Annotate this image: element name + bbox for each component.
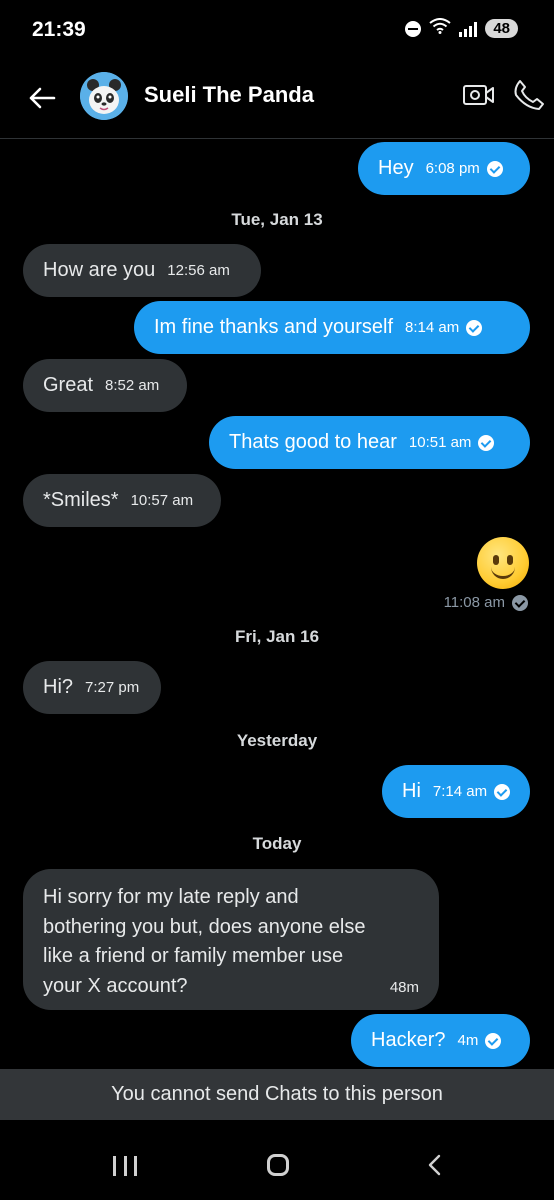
contact-name[interactable]: Sueli The Panda [144,82,314,108]
message-time: 11:08 am [443,594,505,611]
message-bubble-outgoing[interactable]: Hi 7:14 am [382,765,530,818]
cannot-send-notice: You cannot send Chats to this person [0,1069,554,1120]
status-bar: 21:39 48 [0,0,554,60]
read-check-icon [478,434,495,451]
message-time: 10:57 am [130,492,194,509]
message-text: Great [43,374,94,396]
do-not-disturb-icon [405,20,422,37]
video-camera-icon [463,85,494,105]
chevron-left-icon [428,1154,441,1176]
message-text: Im fine thanks and yourself [154,316,394,338]
message-text: Hey [378,157,414,179]
signal-icon [459,21,478,37]
date-separator: Tue, Jan 13 [231,210,323,229]
system-back-button[interactable] [424,1153,448,1177]
message-text: Hi? [43,676,74,698]
read-check-icon [512,594,528,611]
message-time: 7:27 pm [85,679,140,696]
date-separator: Today [252,834,302,853]
wifi-icon [429,18,451,39]
read-check-icon [466,319,483,336]
message-time: 6:08 pm [425,160,480,177]
home-button[interactable] [267,1154,289,1176]
message-text: Hi [402,780,421,802]
message-text: *Smiles* [43,489,119,511]
smiling-face-emoji-icon[interactable] [477,537,529,589]
message-bubble-outgoing[interactable]: Im fine thanks and yourself 8:14 am [134,301,530,354]
message-text: Hacker? [371,1029,446,1051]
message-time: 12:56 am [167,262,230,279]
recent-apps-button[interactable] [113,1156,137,1176]
message-time: 48m [389,979,419,996]
chat-header: Sueli The Panda [0,60,554,139]
message-bubble-outgoing[interactable]: Hey 6:08 pm [358,142,530,195]
status-icons: 48 [405,18,518,39]
message-bubble-outgoing[interactable]: Hacker? 4m [351,1014,530,1067]
avatar[interactable] [80,72,128,120]
message-bubble-incoming[interactable]: Great 8:52 am [23,359,187,412]
video-call-button[interactable] [462,80,496,110]
read-check-icon [486,160,503,177]
back-button[interactable] [22,78,62,118]
read-check-icon [494,783,510,800]
message-time: 4m [457,1032,479,1049]
message-text: Hi sorry for my late reply and bothering… [43,886,366,997]
message-bubble-incoming[interactable]: *Smiles* 10:57 am [23,474,221,527]
message-bubble-incoming[interactable]: Hi? 7:27 pm [23,661,161,714]
emoji-message-time: 11:08 am [444,594,528,611]
system-nav-bar [0,1120,554,1200]
voice-call-button[interactable] [512,78,546,112]
battery-level: 48 [485,19,518,38]
date-separator: Fri, Jan 16 [234,627,320,646]
message-text: Thats good to hear [229,431,397,453]
message-time: 10:51 am [408,434,472,451]
message-bubble-incoming[interactable]: Hi sorry for my late reply and bothering… [23,869,439,1010]
message-bubble-incoming[interactable]: How are you 12:56 am [23,244,261,297]
message-time: 8:52 am [105,377,160,394]
panda-avatar-icon [80,72,128,120]
arrow-left-icon [29,87,56,109]
phone-icon [514,80,544,110]
message-time: 8:14 am [405,319,460,336]
message-bubble-outgoing[interactable]: Thats good to hear 10:51 am [209,416,530,469]
status-time: 21:39 [32,18,86,41]
message-text: How are you [43,259,156,281]
message-time: 7:14 am [432,783,488,800]
read-check-icon [485,1032,502,1049]
date-separator: Yesterday [236,731,318,750]
